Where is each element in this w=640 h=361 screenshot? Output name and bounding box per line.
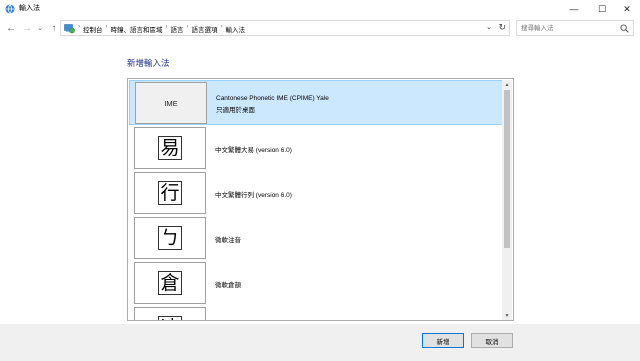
ime-tile: 行 xyxy=(134,172,206,214)
breadcrumb-language-options[interactable]: 語言選項 xyxy=(192,24,218,34)
minimize-button[interactable]: — xyxy=(560,0,588,18)
input-method-list[interactable]: IME Cantonese Phonetic IME (CPIME) Yale … xyxy=(127,78,514,321)
navigation-bar: ← → ⌄ ↑ › 控制台 › 時鐘、語言和區域 › 語言 › 語言選項 › 輸… xyxy=(0,18,640,38)
breadcrumb-clock-language-region[interactable]: 時鐘、語言和區域 xyxy=(111,24,163,34)
refresh-icon[interactable]: ↻ xyxy=(498,22,506,33)
list-item[interactable]: 行 中文繁體行列 (version 6.0) xyxy=(129,171,503,216)
list-item[interactable]: 倉 微軟倉頡 xyxy=(129,261,503,306)
address-bar[interactable]: › 控制台 › 時鐘、語言和區域 › 語言 › 語言選項 › 輸入法 ⌄ ↻ xyxy=(60,20,510,36)
ime-glyph-icon: 行 xyxy=(158,181,182,205)
ime-tile: IME xyxy=(135,82,207,124)
recent-locations-button[interactable]: ⌄ xyxy=(35,21,45,35)
ime-tile: 易 xyxy=(134,127,206,169)
breadcrumb-control-panel[interactable]: 控制台 xyxy=(83,24,103,34)
maximize-button[interactable]: ☐ xyxy=(588,0,616,18)
ime-glyph-icon: 倉 xyxy=(158,271,182,295)
breadcrumb: › 控制台 › 時鐘、語言和區域 › 語言 › 語言選項 › 輸入法 xyxy=(78,24,245,34)
ime-tile: 速 xyxy=(134,307,206,320)
item-name: 中文繁體大易 (version 6.0) xyxy=(215,147,292,154)
breadcrumb-separator-icon: › xyxy=(105,24,108,30)
cancel-button[interactable]: 取消 xyxy=(471,333,513,348)
vertical-scrollbar[interactable]: ▲ ▼ xyxy=(502,80,512,320)
list-item[interactable]: 速 xyxy=(129,306,503,320)
forward-button[interactable]: → xyxy=(20,21,34,35)
item-subtitle: 只適用於桌面 xyxy=(216,107,255,114)
ime-tile-label: IME xyxy=(164,98,178,108)
list-item[interactable]: 易 中文繁體大易 (version 6.0) xyxy=(129,126,503,171)
title-bar: 輸入法 — ☐ ✕ xyxy=(0,0,640,18)
item-name: 微軟倉頡 xyxy=(215,282,241,289)
control-panel-icon xyxy=(64,24,75,34)
breadcrumb-separator-icon: › xyxy=(220,24,223,30)
search-box[interactable] xyxy=(516,20,634,36)
input-method-window: 輸入法 — ☐ ✕ ← → ⌄ ↑ › 控制台 › 時鐘、語言和區域 › 語言 … xyxy=(0,0,640,361)
search-input[interactable] xyxy=(521,23,617,34)
item-name: Cantonese Phonetic IME (CPIME) Yale xyxy=(216,95,329,102)
address-dropdown-icon[interactable]: ⌄ xyxy=(486,23,492,31)
ime-glyph-icon: ㄅ xyxy=(158,226,182,250)
ime-tile: ㄅ xyxy=(134,217,206,259)
back-button[interactable]: ← xyxy=(4,21,18,35)
ime-glyph-icon: 速 xyxy=(158,316,182,320)
scroll-down-icon[interactable]: ▼ xyxy=(502,311,512,320)
ime-tile: 倉 xyxy=(134,262,206,304)
footer-bar: 新增 取消 xyxy=(0,324,640,361)
item-name: 微軟注音 xyxy=(215,237,241,244)
search-icon[interactable] xyxy=(620,24,629,33)
ime-glyph-icon: 易 xyxy=(158,136,182,160)
item-name: 中文繁體行列 (version 6.0) xyxy=(215,192,292,199)
breadcrumb-separator-icon: › xyxy=(165,24,168,30)
page-title: 新增輸入法 xyxy=(127,58,170,68)
window-title: 輸入法 xyxy=(19,5,40,12)
up-button[interactable]: ↑ xyxy=(47,21,61,35)
list-item[interactable]: ㄅ 微軟注音 xyxy=(129,216,503,261)
add-button[interactable]: 新增 xyxy=(422,333,464,348)
close-button[interactable]: ✕ xyxy=(614,0,640,18)
breadcrumb-separator-icon: › xyxy=(186,24,189,30)
breadcrumb-separator-icon: › xyxy=(78,24,80,30)
input-method-app-icon xyxy=(5,4,15,14)
scrollbar-thumb[interactable] xyxy=(504,90,510,248)
breadcrumb-language[interactable]: 語言 xyxy=(171,24,184,34)
list-item[interactable]: IME Cantonese Phonetic IME (CPIME) Yale … xyxy=(129,80,503,125)
scroll-up-icon[interactable]: ▲ xyxy=(502,80,512,89)
breadcrumb-input-method[interactable]: 輸入法 xyxy=(226,24,246,34)
